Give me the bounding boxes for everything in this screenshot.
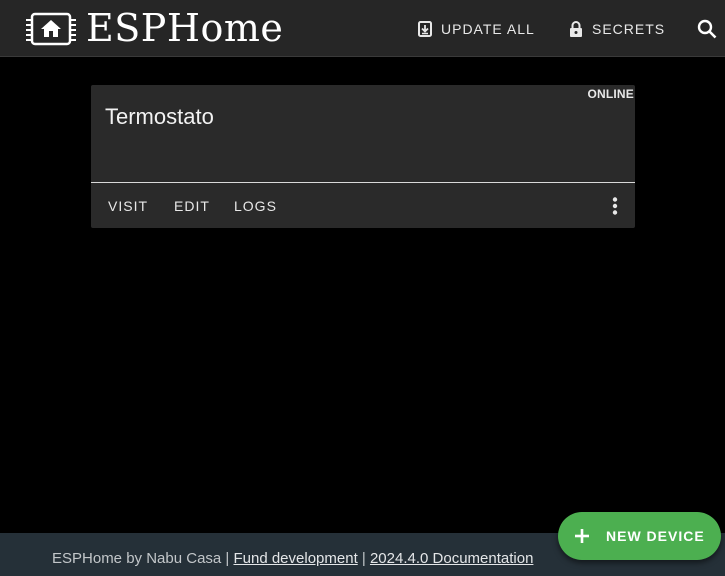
secrets-label: SECRETS — [592, 21, 666, 37]
update-all-button[interactable]: UPDATE ALL — [418, 18, 535, 40]
update-all-label: UPDATE ALL — [441, 21, 535, 37]
search-button[interactable] — [697, 18, 717, 40]
footer-prefix: ESPHome by Nabu Casa | — [52, 550, 234, 567]
visit-button[interactable]: VISIT — [108, 198, 148, 214]
new-device-label: NEW DEVICE — [606, 528, 705, 544]
search-icon — [697, 19, 717, 39]
plus-icon — [575, 529, 589, 543]
lock-icon — [570, 20, 582, 37]
device-name: Termostato — [105, 104, 214, 129]
fund-development-link[interactable]: Fund development — [233, 550, 357, 567]
top-app-bar: ESPHome UPDATE ALL SECRETS — [0, 0, 725, 57]
status-badge: ONLINE — [587, 87, 634, 101]
logs-button[interactable]: LOGS — [234, 198, 277, 214]
more-vert-icon[interactable] — [609, 196, 621, 216]
documentation-link[interactable]: 2024.4.0 Documentation — [370, 550, 533, 567]
card-divider — [91, 182, 635, 183]
update-icon — [418, 21, 432, 37]
new-device-button[interactable]: NEW DEVICE — [558, 512, 721, 560]
footer-text: ESPHome by Nabu Casa | Fund development … — [52, 550, 533, 567]
secrets-button[interactable]: SECRETS — [569, 18, 665, 40]
footer-separator: | — [357, 550, 370, 567]
edit-button[interactable]: EDIT — [174, 198, 210, 214]
app-title: ESPHome — [86, 6, 284, 50]
device-card: ONLINE Termostato VISIT EDIT LOGS — [91, 85, 635, 228]
esphome-logo-icon[interactable] — [26, 12, 76, 46]
